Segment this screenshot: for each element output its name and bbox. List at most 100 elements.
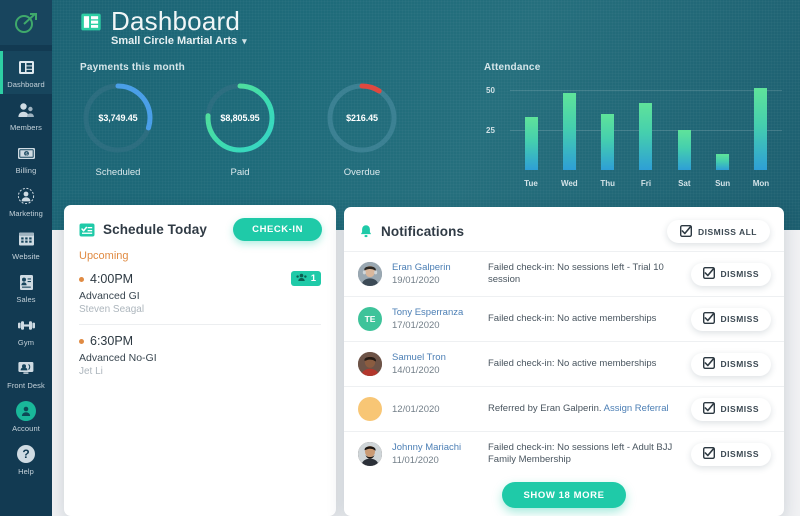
- sales-icon: [16, 272, 36, 292]
- notification-row[interactable]: Johnny Mariachi 11/01/2020 Failed check-in…: [344, 431, 784, 476]
- sidebar-item-sales[interactable]: Sales: [0, 266, 52, 309]
- checkbox-check-icon: [702, 266, 715, 281]
- marketing-icon: [16, 186, 36, 206]
- attendance-chart-title: Attendance: [484, 62, 541, 73]
- chart-bar[interactable]: [562, 93, 576, 170]
- account-icon: [16, 401, 36, 421]
- donut-value: $8,805.95: [220, 113, 260, 123]
- sidebar-item-marketing[interactable]: Marketing: [0, 180, 52, 223]
- sidebar-item-account[interactable]: Account: [0, 395, 52, 438]
- avatar: [358, 262, 382, 286]
- chart-x-tick: Tue: [524, 179, 538, 188]
- schedule-item-class: Advanced No-GI: [79, 352, 157, 364]
- schedule-title: Schedule Today: [103, 222, 207, 237]
- donut-scheduled[interactable]: $3,749.45 Scheduled: [80, 80, 156, 178]
- attendee-count-badge[interactable]: 1: [290, 271, 321, 286]
- chart-bar-column[interactable]: [631, 82, 661, 170]
- notification-row[interactable]: 12/01/2020 Referred by Eran Galperin. Ass…: [344, 386, 784, 431]
- chart-bar[interactable]: [716, 154, 730, 170]
- notification-row[interactable]: Samuel Tron 14/01/2020 Failed check-in: No…: [344, 341, 784, 386]
- avatar: TE: [358, 307, 382, 331]
- schedule-item-coach: Steven Seagal: [79, 304, 145, 315]
- chart-bar[interactable]: [601, 114, 615, 170]
- chart-bar-column[interactable]: [746, 82, 776, 170]
- dismiss-button[interactable]: DISMISS: [690, 397, 771, 421]
- notification-member-name[interactable]: Eran Galperin: [392, 262, 488, 274]
- sidebar-item-label: Gym: [17, 338, 35, 347]
- chart-bar-column[interactable]: [554, 82, 584, 170]
- sidebar-nav: Dashboard Members $ Billing Marketing We…: [0, 45, 52, 481]
- show-more-button[interactable]: SHOW 18 MORE: [502, 482, 626, 508]
- donut-caption: Overdue: [343, 167, 381, 178]
- dismiss-button[interactable]: DISMISS: [690, 307, 771, 331]
- notification-row[interactable]: TE Tony Esperranza 17/01/2020 Failed check-…: [344, 296, 784, 341]
- chart-bar[interactable]: [524, 117, 538, 170]
- attendee-count: 1: [310, 273, 316, 284]
- payments-section-title: Payments this month: [80, 62, 185, 73]
- chart-x-axis: Tue Wed Thu Fri Sat Sun Mon: [510, 179, 782, 188]
- schedule-item-time: 6:30PM: [90, 334, 134, 348]
- chart-bar-column[interactable]: [669, 82, 699, 170]
- org-selector[interactable]: Small Circle Martial Arts ▾: [111, 35, 247, 47]
- upcoming-label: Upcoming: [79, 250, 129, 262]
- donut-overdue[interactable]: $216.45 Overdue: [324, 80, 400, 178]
- schedule-item[interactable]: 4:00PM Advanced GI Steven Seagal 1: [79, 268, 321, 324]
- schedule-item-time-row: 6:30PM: [79, 334, 321, 348]
- sidebar-item-dashboard[interactable]: Dashboard: [0, 51, 52, 94]
- bell-icon: [359, 224, 373, 239]
- donut-caption: Scheduled: [95, 167, 141, 178]
- assign-referral-link[interactable]: Assign Referral: [604, 403, 669, 414]
- chart-x-tick: Mon: [752, 179, 770, 188]
- show-more-wrap: SHOW 18 MORE: [344, 482, 784, 508]
- checkbox-check-icon: [702, 311, 715, 326]
- dismiss-label: DISMISS: [720, 359, 759, 369]
- attendance-chart: 25 50 Tue Wed Thu Fri Sat Sun Mon: [484, 82, 784, 188]
- schedule-item[interactable]: 6:30PM Advanced No-GI Jet Li: [79, 324, 321, 386]
- chart-bar[interactable]: [677, 130, 691, 170]
- sidebar-item-help[interactable]: ? Help: [0, 438, 52, 481]
- page-title: Dashboard: [111, 6, 240, 36]
- sidebar-item-label: Sales: [16, 295, 36, 304]
- help-icon: ?: [16, 444, 36, 464]
- notification-member-name[interactable]: Tony Esperranza: [392, 307, 488, 319]
- app-logo[interactable]: [0, 0, 52, 45]
- schedule-list: 4:00PM Advanced GI Steven Seagal 1 6:30PM Adv…: [64, 268, 336, 386]
- donut-paid[interactable]: $8,805.95 Paid: [202, 80, 278, 178]
- schedule-card: Schedule Today CHECK-IN Upcoming 4:00PM A…: [64, 205, 336, 516]
- chart-x-tick: Thu: [600, 179, 615, 188]
- chart-bar[interactable]: [639, 102, 653, 170]
- chart-bar-column[interactable]: [516, 82, 546, 170]
- sidebar-item-billing[interactable]: $ Billing: [0, 137, 52, 180]
- chart-x-tick: Sat: [678, 179, 691, 188]
- dismiss-button[interactable]: DISMISS: [690, 262, 771, 286]
- notification-message: Referred by Eran Galperin. Assign Referr…: [488, 402, 669, 414]
- payments-donuts: $3,749.45 Scheduled $8,805.95 Paid $216.…: [80, 80, 400, 178]
- dismiss-button[interactable]: DISMISS: [690, 352, 771, 376]
- notification-who: Eran Galperin 19/01/2020: [382, 262, 488, 287]
- chart-bar[interactable]: [754, 88, 768, 170]
- checkbox-check-icon: [702, 401, 715, 416]
- sidebar-item-gym[interactable]: Gym: [0, 309, 52, 352]
- sidebar-item-front-desk[interactable]: Front Desk: [0, 352, 52, 395]
- sidebar-item-label: Website: [12, 252, 40, 261]
- dashboard-icon: [16, 57, 36, 77]
- notification-row[interactable]: Eran Galperin 19/01/2020 Failed check-in: …: [344, 251, 784, 296]
- schedule-item-time-row: 4:00PM: [79, 272, 321, 286]
- chart-x-tick: Fri: [640, 179, 652, 188]
- dashboard-page: Dashboard Members $ Billing Marketing We…: [0, 0, 800, 516]
- dismiss-all-button[interactable]: DISMISS ALL: [666, 220, 770, 243]
- sidebar-item-members[interactable]: Members: [0, 94, 52, 137]
- notification-member-name[interactable]: Johnny Mariachi: [392, 442, 488, 454]
- target-arrow-icon: [15, 12, 37, 33]
- notification-message: Failed check-in: No sessions left - Tria…: [488, 261, 664, 286]
- check-in-button[interactable]: CHECK-IN: [233, 218, 322, 241]
- notification-member-name[interactable]: Samuel Tron: [392, 352, 488, 364]
- website-icon: [16, 229, 36, 249]
- sidebar-item-label: Front Desk: [7, 381, 45, 390]
- chart-bar-column[interactable]: [593, 82, 623, 170]
- sidebar-item-website[interactable]: Website: [0, 223, 52, 266]
- donut-ring: $8,805.95: [202, 80, 278, 156]
- chart-bar-column[interactable]: [708, 82, 738, 170]
- dismiss-button[interactable]: DISMISS: [690, 442, 771, 466]
- sidebar-item-label: Marketing: [9, 209, 43, 218]
